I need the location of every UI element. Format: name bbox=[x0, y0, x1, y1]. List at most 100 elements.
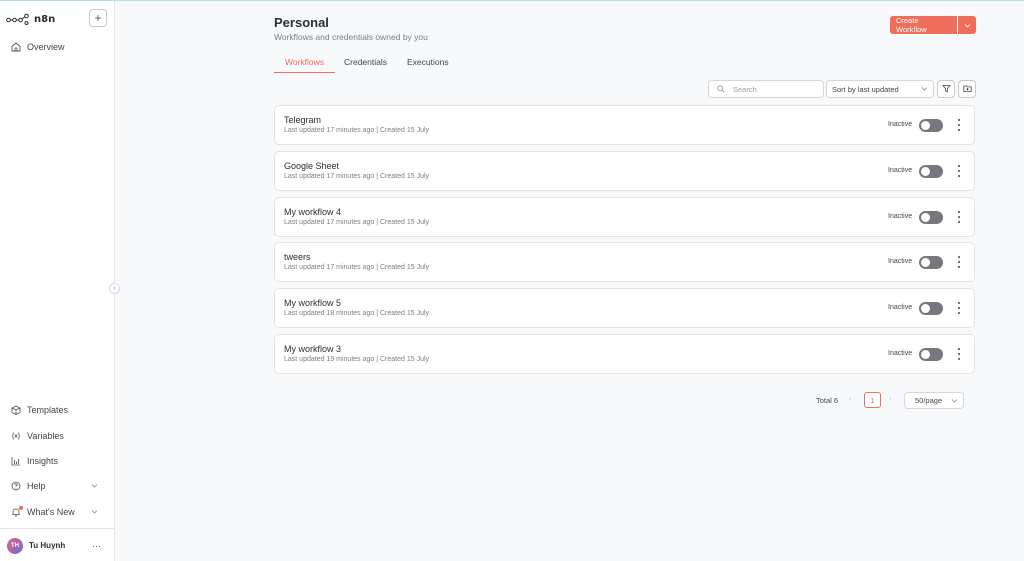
brand[interactable]: n8n bbox=[6, 10, 55, 28]
add-folder-button[interactable] bbox=[958, 80, 976, 98]
workflow-card[interactable]: My workflow 3 Last updated 19 minutes ag… bbox=[274, 334, 975, 374]
avatar: TH bbox=[7, 537, 23, 554]
toggle-knob bbox=[921, 213, 930, 222]
active-toggle[interactable] bbox=[919, 302, 943, 315]
next-page-button[interactable]: › bbox=[889, 394, 892, 403]
variable-icon bbox=[10, 431, 21, 442]
notification-dot bbox=[19, 505, 23, 510]
sort-select[interactable]: Sort by last updated bbox=[826, 80, 934, 98]
user-name: Tu Huynh bbox=[29, 541, 66, 550]
add-button[interactable]: + bbox=[89, 9, 107, 27]
workflow-status: Inactive bbox=[888, 121, 913, 128]
workflow-name[interactable]: My workflow 4 bbox=[284, 207, 341, 217]
folder-plus-icon bbox=[962, 80, 972, 98]
tab-executions[interactable]: Executions bbox=[407, 57, 457, 73]
workflow-menu-button[interactable] bbox=[956, 119, 962, 131]
workflow-menu-button[interactable] bbox=[956, 211, 962, 223]
active-toggle[interactable] bbox=[919, 211, 943, 224]
workflow-card[interactable]: tweers Last updated 17 minutes ago | Cre… bbox=[274, 242, 975, 282]
bell-icon bbox=[10, 505, 23, 518]
chevron-right-icon: › bbox=[889, 394, 892, 403]
workflow-meta: Last updated 17 minutes ago | Created 15… bbox=[284, 173, 430, 180]
search-icon bbox=[717, 85, 725, 93]
prev-page-button[interactable]: ‹ bbox=[849, 394, 852, 403]
chart-icon bbox=[10, 456, 21, 467]
workflow-name[interactable]: Telegram bbox=[284, 115, 321, 125]
workflow-name[interactable]: My workflow 3 bbox=[284, 344, 341, 354]
box-icon bbox=[10, 405, 21, 416]
sidebar-item-label: Insights bbox=[27, 456, 59, 466]
sidebar-item-label: Templates bbox=[27, 405, 69, 415]
create-workflow-button[interactable]: Create Workflow bbox=[890, 16, 957, 34]
workflow-card[interactable]: My workflow 4 Last updated 17 minutes ag… bbox=[274, 197, 975, 237]
collapse-sidebar-button[interactable]: ‹ bbox=[109, 283, 120, 294]
workflow-status: Inactive bbox=[888, 258, 913, 265]
chevron-down-icon bbox=[921, 85, 928, 94]
workflow-menu-button[interactable] bbox=[956, 302, 962, 314]
toggle-knob bbox=[921, 258, 930, 267]
tab-workflows[interactable]: Workflows bbox=[274, 57, 335, 73]
page-size-select[interactable]: 50/page bbox=[904, 392, 964, 409]
active-toggle[interactable] bbox=[919, 165, 943, 178]
brand-name: n8n bbox=[34, 13, 56, 25]
tab-credentials[interactable]: Credentials bbox=[344, 57, 390, 73]
workflow-meta: Last updated 17 minutes ago | Created 15… bbox=[284, 264, 430, 271]
search-input[interactable]: Search bbox=[708, 80, 824, 98]
workflow-meta: Last updated 19 minutes ago | Created 15… bbox=[284, 356, 430, 363]
pagination-total: Total 6 bbox=[816, 396, 839, 405]
workflow-status: Inactive bbox=[888, 213, 913, 220]
page-title: Personal bbox=[274, 15, 329, 30]
sidebar-item-templates[interactable]: Templates bbox=[10, 402, 100, 418]
active-toggle[interactable] bbox=[919, 256, 943, 269]
sidebar-item-whats-new[interactable]: What's New bbox=[10, 504, 100, 520]
page-size-value: 50/page bbox=[915, 396, 943, 405]
toggle-knob bbox=[921, 350, 930, 359]
sidebar-item-label: What's New bbox=[27, 507, 75, 517]
filter-icon bbox=[941, 80, 951, 98]
sidebar-item-label: Help bbox=[27, 481, 46, 491]
home-icon bbox=[10, 42, 21, 53]
chevron-left-icon: ‹ bbox=[113, 285, 116, 292]
create-dropdown-button[interactable] bbox=[958, 16, 976, 34]
workflow-menu-button[interactable] bbox=[956, 256, 962, 268]
toggle-knob bbox=[921, 167, 930, 176]
help-icon bbox=[10, 481, 21, 492]
sidebar-item-insights[interactable]: Insights bbox=[10, 453, 100, 469]
workflow-meta: Last updated 17 minutes ago | Created 15… bbox=[284, 219, 430, 226]
sidebar-item-overview[interactable]: Overview bbox=[10, 39, 100, 55]
active-toggle[interactable] bbox=[919, 348, 943, 361]
filter-button[interactable] bbox=[937, 80, 955, 98]
workflow-name[interactable]: Google Sheet bbox=[284, 161, 339, 171]
chevron-left-icon: ‹ bbox=[849, 394, 852, 403]
chevron-down-icon bbox=[91, 507, 98, 517]
page-subtitle: Workflows and credentials owned by you bbox=[274, 32, 428, 42]
workflow-name[interactable]: My workflow 5 bbox=[284, 298, 341, 308]
create-workflow-group: Create Workflow bbox=[890, 16, 976, 34]
chevron-down-icon bbox=[951, 397, 958, 406]
page-number-button[interactable]: 1 bbox=[864, 392, 881, 408]
toggle-knob bbox=[921, 304, 930, 313]
sidebar-item-variables[interactable]: Variables bbox=[10, 428, 100, 444]
sidebar-item-help[interactable]: Help bbox=[10, 478, 100, 494]
sort-value: Sort by last updated bbox=[832, 84, 899, 94]
more-options-button[interactable]: ··· bbox=[92, 541, 101, 551]
workflow-name[interactable]: tweers bbox=[284, 252, 311, 262]
sidebar: n8n + Overview ‹ Templates Variables Ins… bbox=[0, 1, 120, 561]
user-menu[interactable]: TH Tu Huynh ··· bbox=[0, 528, 115, 561]
workflow-menu-button[interactable] bbox=[956, 348, 962, 360]
chevron-down-icon bbox=[91, 481, 98, 491]
sidebar-item-label: Variables bbox=[27, 431, 64, 441]
workflow-card[interactable]: Google Sheet Last updated 17 minutes ago… bbox=[274, 151, 975, 191]
workflow-status: Inactive bbox=[888, 350, 913, 357]
workflow-card[interactable]: Telegram Last updated 17 minutes ago | C… bbox=[274, 105, 975, 145]
n8n-logo-icon bbox=[6, 13, 29, 25]
toggle-knob bbox=[921, 121, 930, 130]
workflow-meta: Last updated 17 minutes ago | Created 15… bbox=[284, 127, 430, 134]
workflow-card[interactable]: My workflow 5 Last updated 18 minutes ag… bbox=[274, 288, 975, 328]
workflow-meta: Last updated 18 minutes ago | Created 15… bbox=[284, 310, 430, 317]
workflow-menu-button[interactable] bbox=[956, 165, 962, 177]
chevron-down-icon bbox=[964, 16, 971, 34]
active-toggle[interactable] bbox=[919, 119, 943, 132]
sidebar-item-label: Overview bbox=[27, 42, 65, 52]
workflow-status: Inactive bbox=[888, 304, 913, 311]
